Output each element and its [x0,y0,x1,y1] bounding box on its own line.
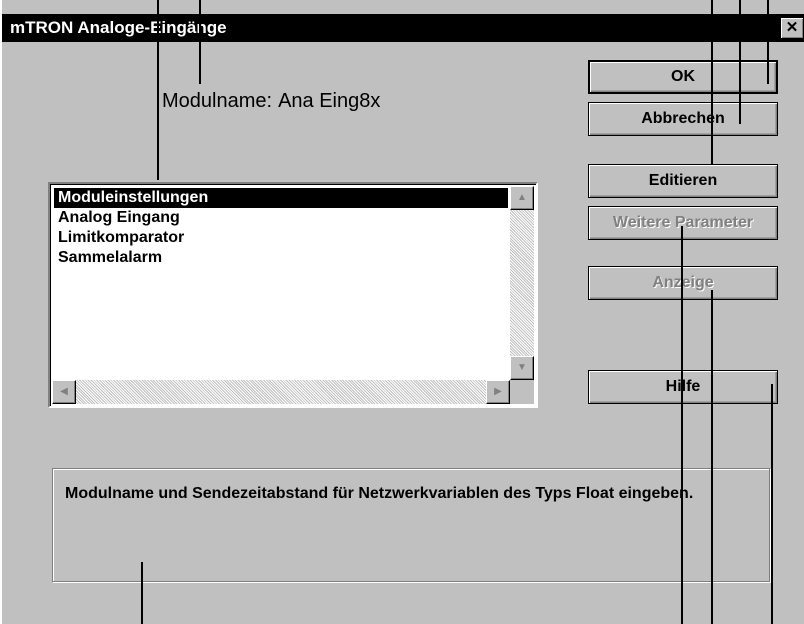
scroll-left-arrow-icon[interactable]: ◀ [52,380,76,404]
title-bar: mTRON Analoge-Eingänge ✕ [2,14,804,42]
listbox-items: Moduleinstellungen Analog Eingang Limitkom… [54,188,508,268]
window-title: mTRON Analoge-Eingänge [10,18,227,37]
vertical-scrollbar[interactable]: ▲ ▼ [510,186,534,380]
callout-line [711,0,713,164]
callout-line [681,226,683,624]
display-button[interactable]: Anzeige [588,266,778,300]
ok-button[interactable]: OK [588,60,778,94]
list-item[interactable]: Limitkomparator [54,228,508,248]
callout-line [739,0,741,124]
module-name-value: Ana Eing8x [278,90,381,112]
more-parameters-button[interactable]: Weitere Parameter [588,206,778,240]
description-text: Modulname und Sendezeitabstand für Netzw… [65,485,694,502]
edit-button[interactable]: Editieren [588,164,778,198]
description-box: Modulname und Sendezeitabstand für Netzw… [52,468,770,582]
scroll-down-arrow-icon[interactable]: ▼ [510,356,534,380]
callout-line [141,562,143,624]
settings-listbox[interactable]: Moduleinstellungen Analog Eingang Limitkom… [48,182,538,408]
horizontal-scrollbar[interactable]: ◀ ▶ [52,380,510,404]
list-item[interactable]: Sammelalarm [54,248,508,268]
callout-line [157,0,159,180]
scrollbar-corner [510,380,534,404]
list-item[interactable]: Analog Eingang [54,208,508,228]
dialog-window: mTRON Analoge-Eingänge ✕ Modulname: Ana E… [0,0,804,624]
cancel-button[interactable]: Abbrechen [588,102,778,136]
callout-line [771,384,773,624]
ok-button-label: OK [671,68,695,85]
callout-line [711,290,713,624]
scroll-up-arrow-icon[interactable]: ▲ [510,186,534,210]
list-item[interactable]: Moduleinstellungen [54,188,508,208]
callout-line [767,0,769,84]
close-icon: ✕ [785,19,799,36]
display-button-label: Anzeige [652,274,714,291]
module-name-label: Modulname: Ana Eing8x [162,90,380,113]
help-button[interactable]: Hilfe [588,370,778,404]
scroll-right-arrow-icon[interactable]: ▶ [486,380,510,404]
module-name-caption: Modulname: [162,90,273,112]
close-button[interactable]: ✕ [780,17,804,39]
edit-button-label: Editieren [648,172,718,189]
callout-line [199,0,201,84]
